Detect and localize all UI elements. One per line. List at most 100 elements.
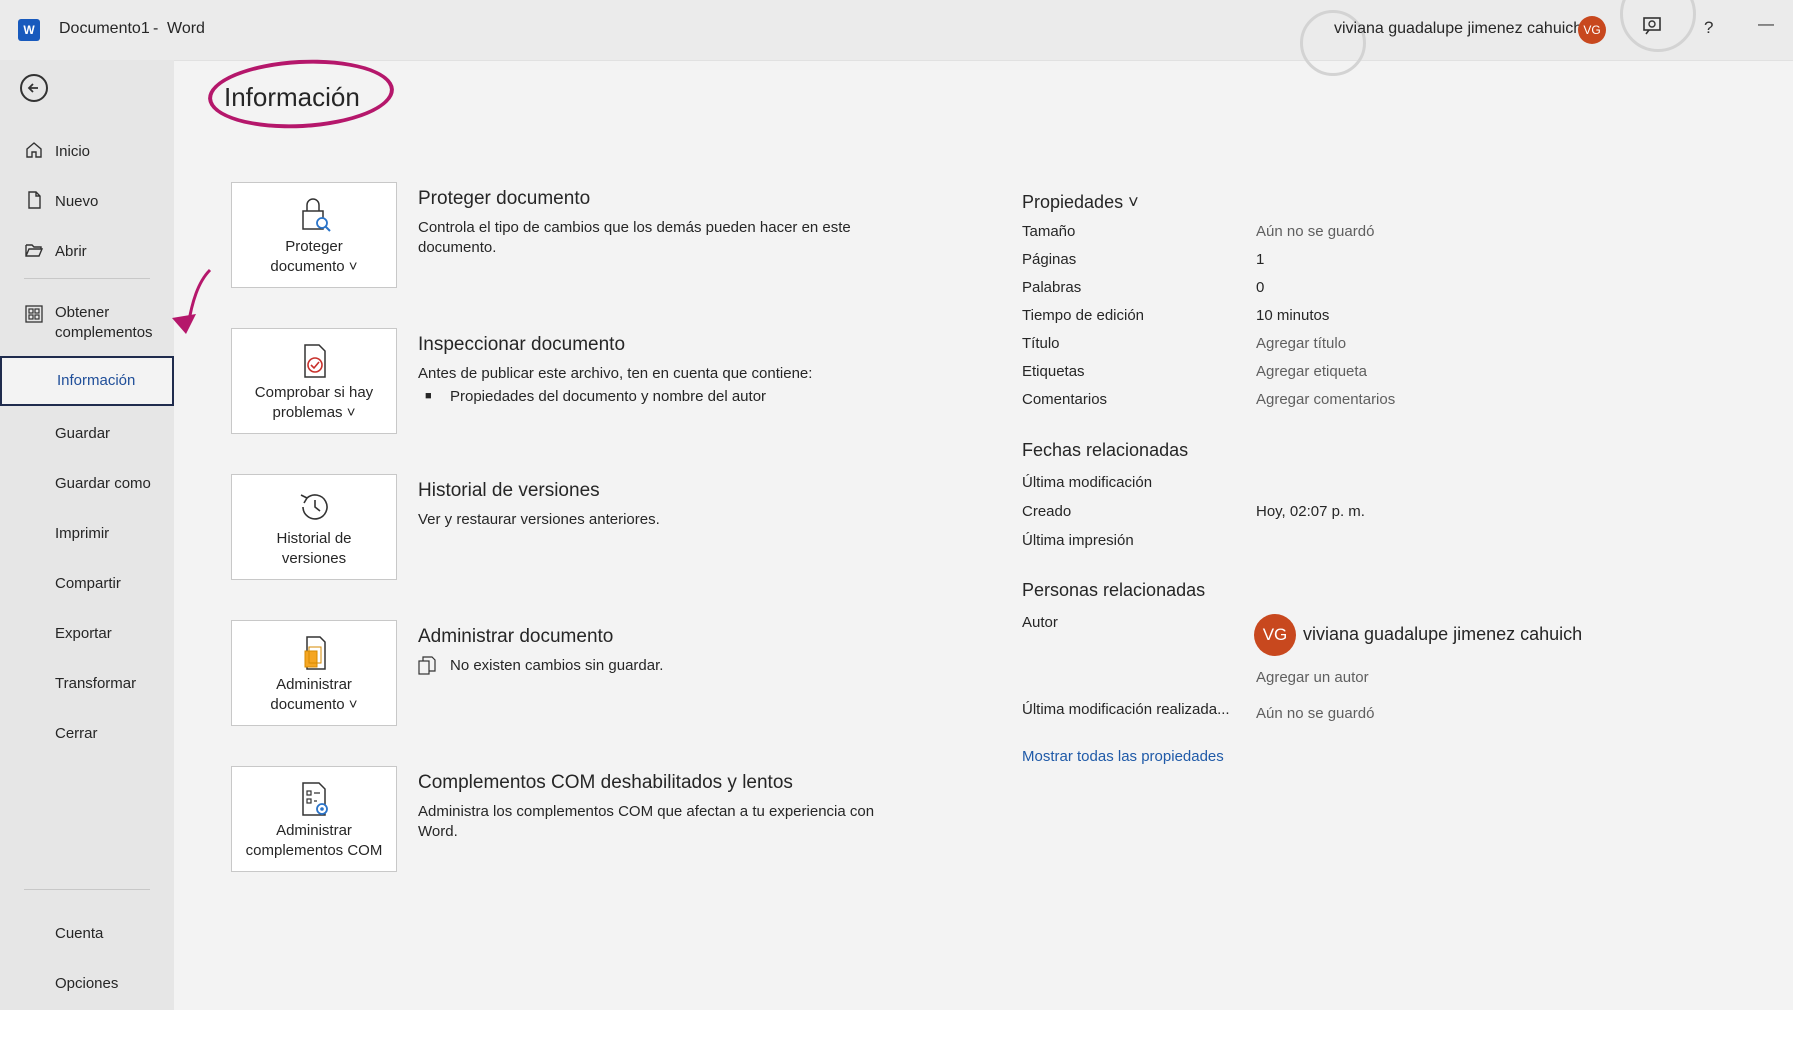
tile-label-line: Administrar [276,676,352,693]
tile-label: Historial de versiones [232,529,396,569]
title-bar: W Documento1 - Word viviana guadalupe ji… [0,0,1793,76]
property-label: Comentarios [1022,391,1108,408]
sidebar-item-cuenta[interactable]: Cuenta [0,912,174,952]
sidebar-item-imprimir[interactable]: Imprimir [0,512,174,552]
sidebar-item-guardar[interactable]: Guardar [0,412,174,452]
property-value: 0 [1256,279,1265,296]
com-addins-gear-icon [295,779,335,819]
page-title: Información [224,82,360,112]
property-value: Aún no se guardó [1256,223,1375,240]
property-value: 10 minutos [1256,307,1330,324]
tile-label: Administrar documento ˅ [232,675,396,715]
bullet-icon: ■ [425,390,432,402]
sidebar-item-label: Inicio [55,143,91,160]
home-icon [24,140,44,164]
word-app-icon: W [18,19,40,41]
app-name: Word [167,20,205,37]
tile-label-line: Comprobar si hay [254,384,374,401]
add-tag-field[interactable]: Agregar etiqueta [1256,363,1367,380]
copy-document-icon [418,656,436,681]
tile-label-line: documento ˅ [270,696,358,713]
sidebar-item-nuevo[interactable]: Nuevo [0,180,174,220]
tile-label-line: Historial de [276,530,352,547]
property-value: 1 [1256,251,1265,268]
sidebar-item-informacion[interactable]: Información [0,356,174,406]
sidebar-divider [24,889,150,890]
document-name: Documento1 [59,20,150,37]
check-issues-button[interactable]: Comprobar si hay problemas ˅ [231,328,397,434]
section-description: No existen cambios sin guardar. [450,657,664,674]
tile-label: Comprobar si hay problemas ˅ [232,383,396,423]
property-label: Tiempo de edición [1022,307,1145,324]
bullet-text: Propiedades del documento y nombre del a… [450,388,767,405]
sidebar-item-abrir[interactable]: Abrir [0,230,174,270]
property-label: Creado [1022,503,1072,520]
sidebar-item-inicio[interactable]: Inicio [0,130,174,170]
property-label: Última modificación realizada... [1022,701,1230,718]
property-label: Última modificación [1022,474,1153,491]
sidebar-item-label: Obtener complementos [55,304,153,341]
backstage-sidebar: Inicio Nuevo Abrir Obtener complementos … [0,60,174,1020]
sidebar-item-guardar-como[interactable]: Guardar como [0,462,174,502]
sidebar-item-opciones[interactable]: Opciones [0,962,174,1002]
manage-com-addins-button[interactable]: Administrar complementos COM [231,766,397,872]
tile-label: Proteger documento ˅ [232,237,396,277]
property-label: Etiquetas [1022,363,1085,380]
document-check-icon [295,341,335,381]
protect-document-button[interactable]: Proteger documento ˅ [231,182,397,288]
info-main-panel: Información Proteger documento ˅ Protege… [174,55,1793,1020]
sidebar-item-label: Opciones [55,975,119,992]
history-clock-icon [295,487,335,527]
add-author-field[interactable]: Agregar un autor [1256,669,1369,686]
sidebar-item-label: Cuenta [55,925,104,942]
sidebar-item-label: Compartir [55,575,121,592]
section-description: Ver y restaurar versiones anteriores. [418,511,660,528]
show-all-properties-link[interactable]: Mostrar todas las propiedades [1022,748,1224,765]
property-label: Páginas [1022,251,1077,268]
sidebar-item-obtener-complementos[interactable]: Obtener complementos [0,300,174,350]
property-value: Aún no se guardó [1256,705,1375,722]
account-avatar[interactable]: VG [1578,16,1606,44]
account-user-name[interactable]: viviana guadalupe jimenez cahuich [1334,20,1582,38]
sidebar-item-transformar[interactable]: Transformar [0,662,174,702]
tile-label-line: problemas ˅ [272,404,356,421]
minimize-button[interactable]: — [1758,16,1774,34]
manage-document-icon [295,633,335,673]
feedback-icon[interactable] [1640,14,1664,44]
sidebar-item-label: Nuevo [55,193,99,210]
sidebar-item-label: Transformar [55,675,137,692]
sidebar-item-label: Información [57,372,136,389]
lock-search-icon [295,195,335,235]
tile-label-line: Administrar [276,822,352,839]
property-label: Título [1022,335,1060,352]
section-title: Administrar documento [418,626,614,647]
section-title: Historial de versiones [418,480,600,501]
section-description: Controla el tipo de cambios que los demá… [418,219,851,256]
manage-document-button[interactable]: Administrar documento ˅ [231,620,397,726]
property-label: Última impresión [1022,532,1134,549]
sidebar-item-compartir[interactable]: Compartir [0,562,174,602]
author-name[interactable]: viviana guadalupe jimenez cahuich [1303,624,1582,645]
sidebar-divider [24,278,150,279]
sidebar-item-exportar[interactable]: Exportar [0,612,174,652]
properties-dropdown[interactable]: Propiedades ˅ [1022,192,1139,213]
sidebar-item-cerrar[interactable]: Cerrar [0,712,174,752]
property-label: Autor [1022,614,1058,631]
sidebar-item-label: Abrir [55,243,87,260]
back-arrow-icon[interactable] [20,74,48,102]
tile-label-line: Proteger [285,238,343,255]
related-people-header: Personas relacionadas [1022,580,1206,600]
section-title: Complementos COM deshabilitados y lentos [418,772,793,793]
title-separator: - [153,20,159,37]
sidebar-item-label: Cerrar [55,725,98,742]
sidebar-item-label: Guardar como [55,475,151,492]
addins-grid-icon [24,304,44,328]
add-title-field[interactable]: Agregar título [1256,335,1346,352]
add-comments-field[interactable]: Agregar comentarios [1256,391,1395,408]
author-avatar[interactable]: VG [1254,614,1296,656]
help-button[interactable]: ? [1704,18,1713,38]
tile-label-line: complementos COM [245,842,383,859]
torn-edge [0,1010,1793,1040]
property-value: Hoy, 02:07 p. m. [1256,503,1365,520]
version-history-button[interactable]: Historial de versiones [231,474,397,580]
